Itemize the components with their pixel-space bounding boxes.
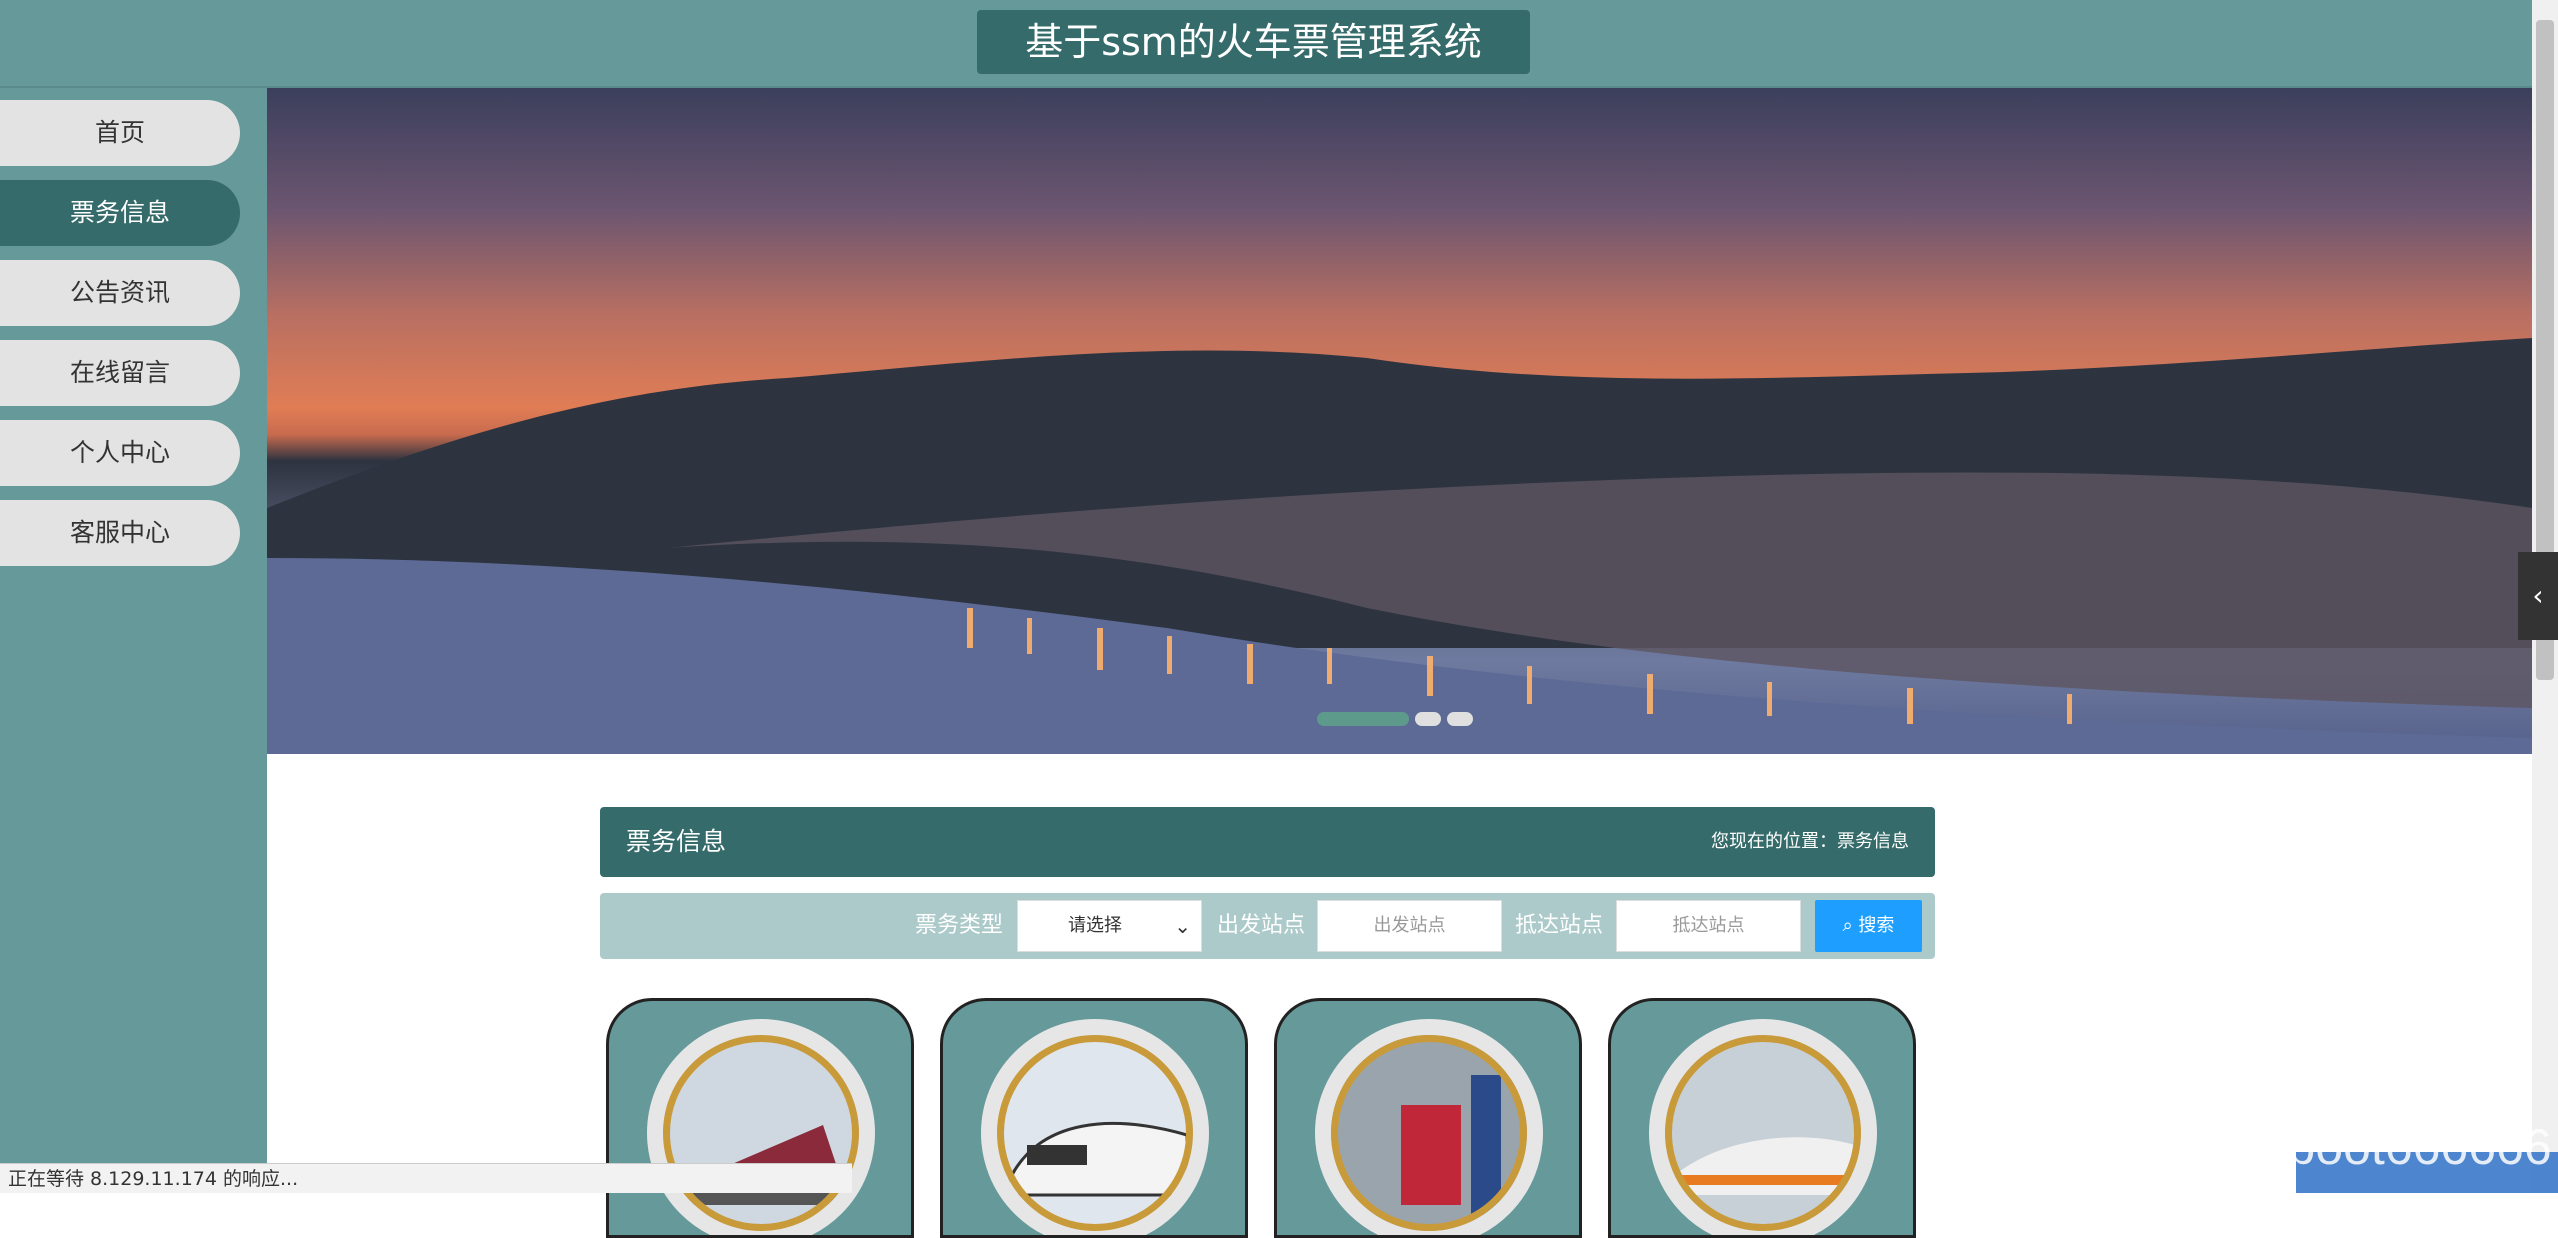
search-bar: 票务类型 请选择 ⌄ 出发站点 出发站点 抵达站点 抵达站点 ⌕ 搜索 [600,893,1935,959]
section-title: 票务信息 [626,827,727,856]
breadcrumb: 您现在的位置：票务信息 [1711,831,1909,852]
carousel-dot-3[interactable] [1447,711,1473,726]
ticket-type-label: 票务类型 [915,913,1004,938]
carousel-dot-1[interactable] [1317,711,1409,726]
sidebar-item-profile[interactable]: 个人中心 [0,420,240,486]
search-icon: ⌕ [1842,915,1853,936]
sidebar-item-home[interactable]: 首页 [0,100,240,166]
train-photo [1649,1019,1877,1235]
ticket-card-3[interactable] [1274,998,1582,1238]
arrival-label: 抵达站点 [1515,913,1604,938]
sidebar-item-customer-service[interactable]: 客服中心 [0,500,240,566]
ticket-card-1[interactable] [606,998,914,1238]
watermark: CSDN @springboot666666 [1945,1119,2552,1175]
chevron-left-icon[interactable]: ‹ [2518,552,2558,640]
carousel-dot-2[interactable] [1415,711,1441,726]
top-header: 基于ssm的火车票管理系统 [0,0,2532,88]
ticket-type-value: 请选择 [1068,915,1122,936]
departure-input[interactable]: 出发站点 [1317,900,1502,952]
ticket-type-select[interactable]: 请选择 ⌄ [1017,900,1202,952]
sidebar-item-announcements[interactable]: 公告资讯 [0,260,240,326]
ticket-card-4[interactable] [1608,998,1916,1238]
arrival-input[interactable]: 抵达站点 [1616,900,1801,952]
browser-status-bar: 正在等待 8.129.11.174 的响应... [0,1163,852,1193]
sidebar-nav: 首页 票务信息 公告资讯 在线留言 个人中心 客服中心 [0,88,267,1193]
train-photo [1315,1019,1543,1235]
chevron-down-icon: ⌄ [1174,914,1191,938]
banner-image [267,338,2532,754]
carousel-dots [1317,708,1479,728]
banner-carousel[interactable] [267,88,2532,754]
ticket-card-2[interactable] [940,998,1248,1238]
search-button[interactable]: ⌕ 搜索 [1815,900,1922,952]
train-photo [647,1019,875,1235]
search-button-label: 搜索 [1858,915,1895,936]
sidebar-item-ticket-info[interactable]: 票务信息 [0,180,240,246]
sidebar-item-messages[interactable]: 在线留言 [0,340,240,406]
site-title: 基于ssm的火车票管理系统 [977,10,1530,74]
section-header: 票务信息 您现在的位置：票务信息 [600,807,1935,877]
departure-label: 出发站点 [1217,913,1306,938]
train-photo [981,1019,1209,1235]
